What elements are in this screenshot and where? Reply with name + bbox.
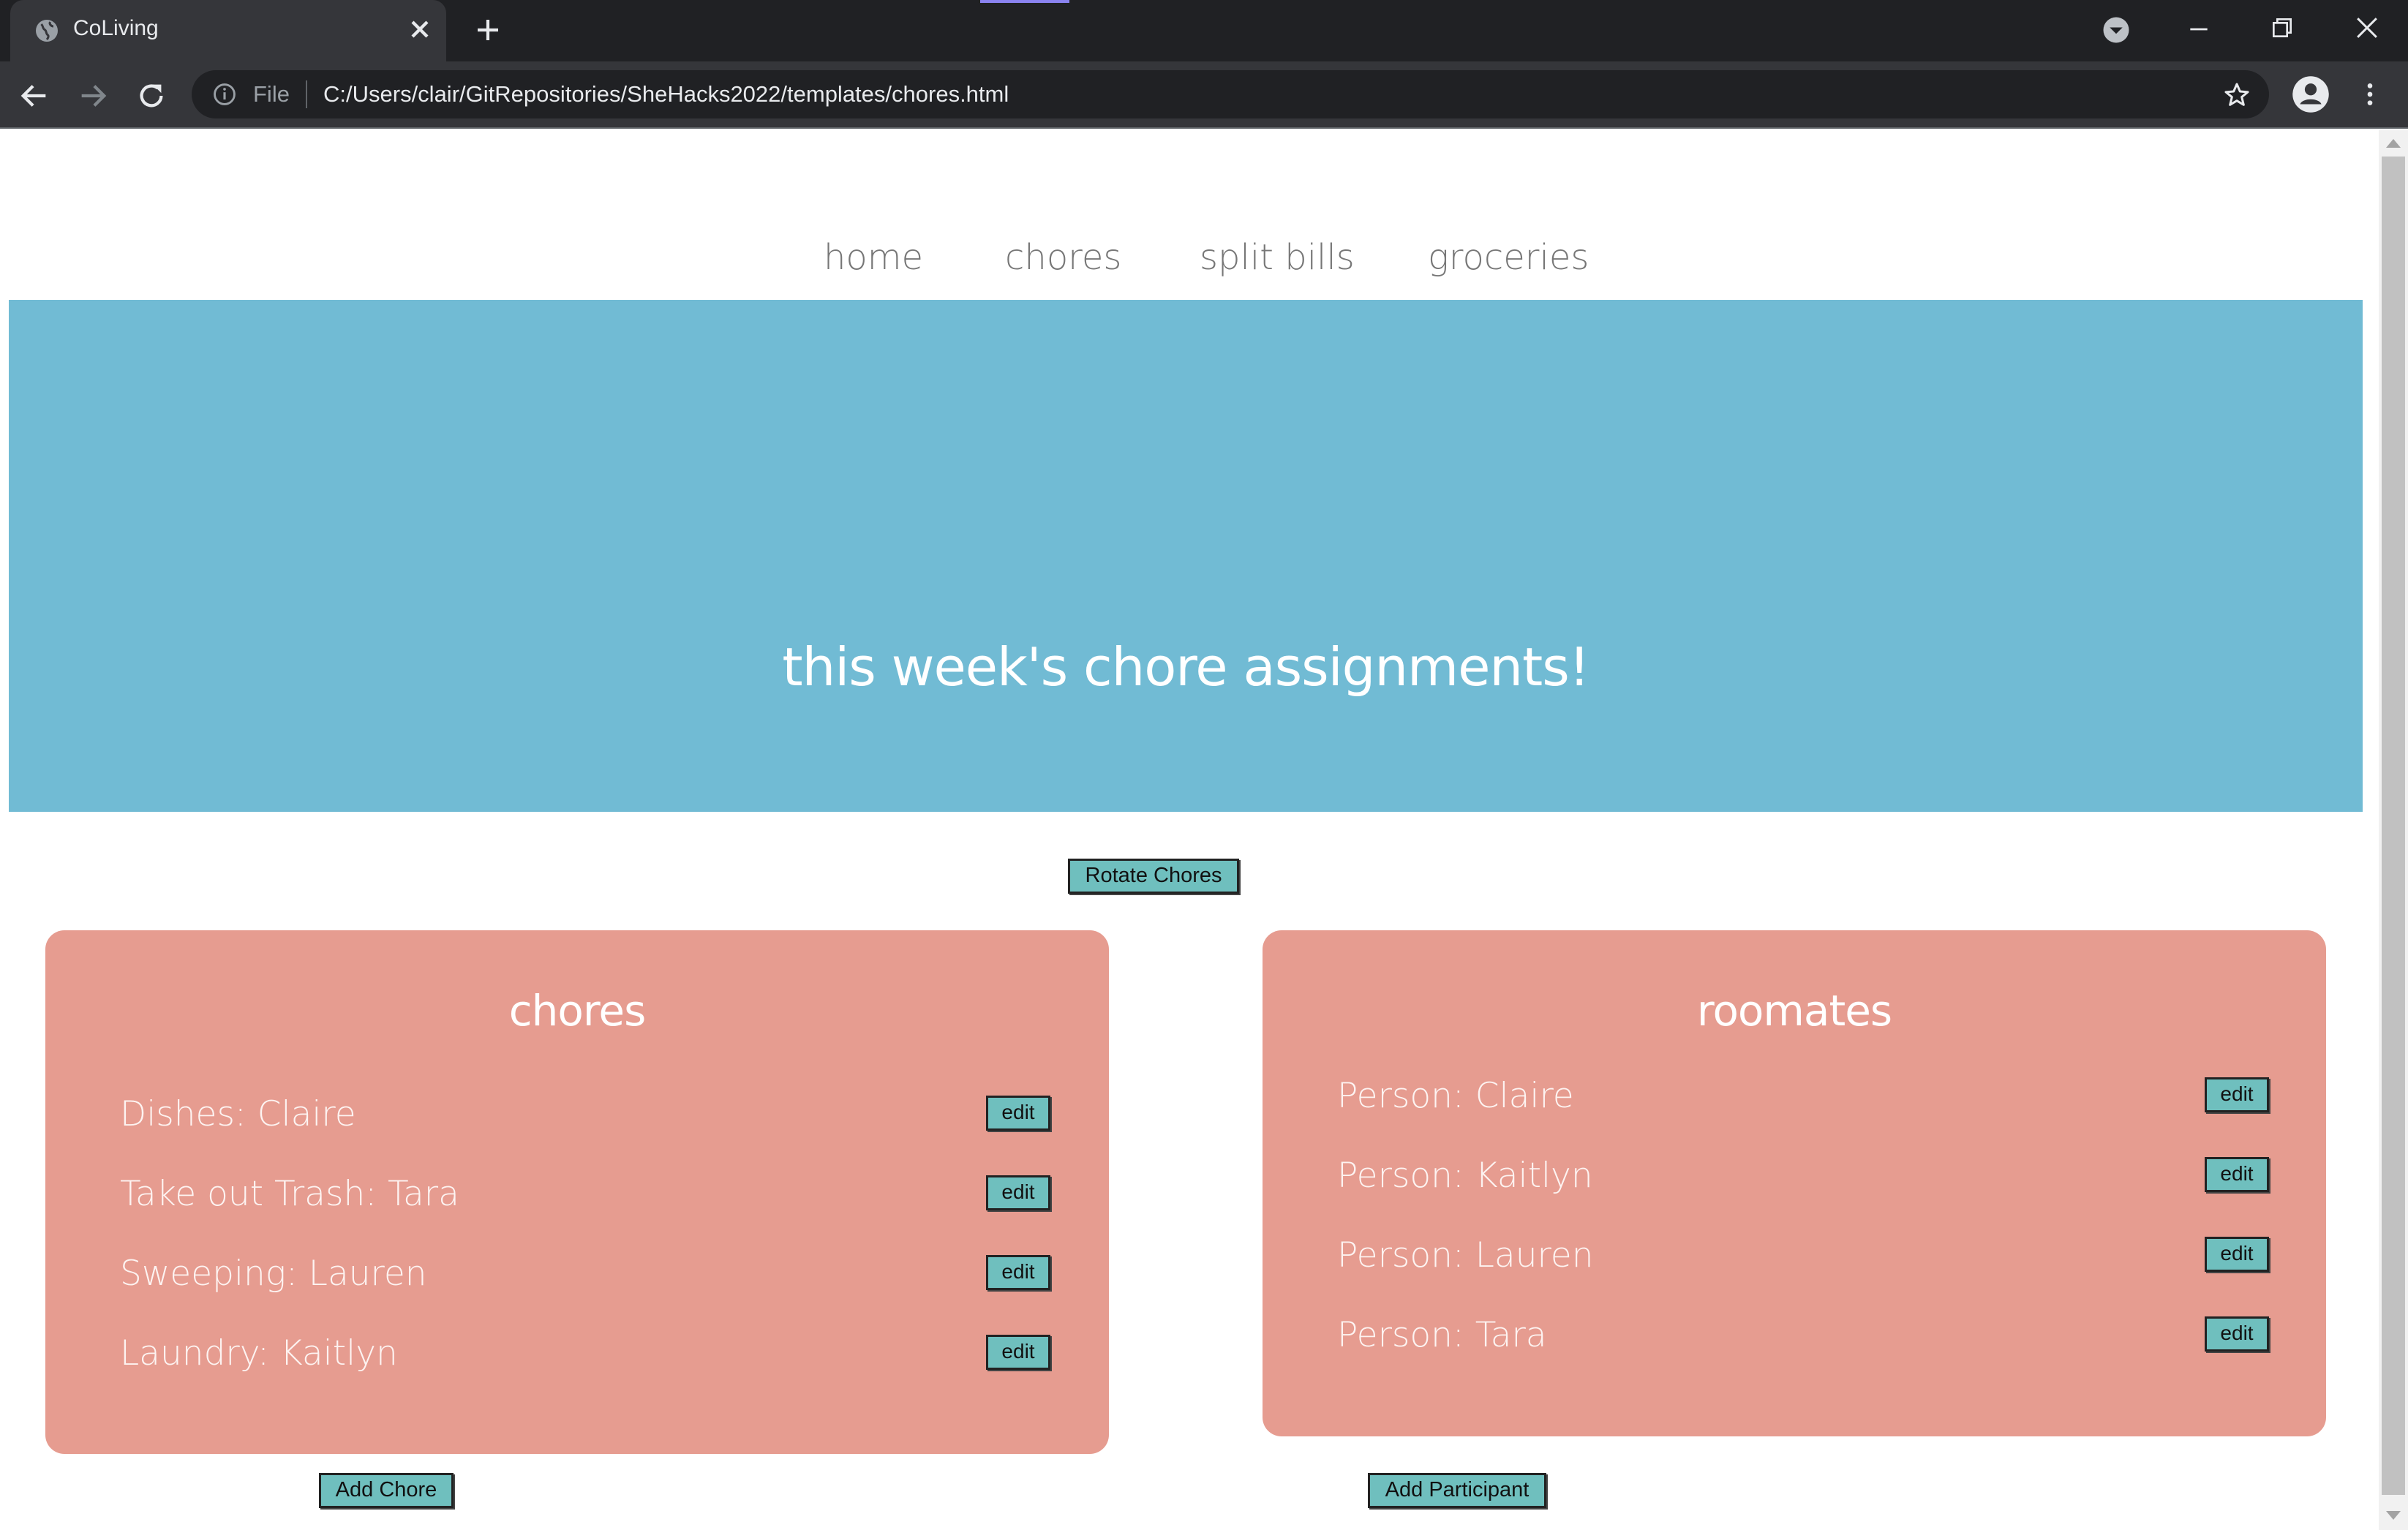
roommates-card: roomates Person: Claire edit Person: Kai… — [1263, 930, 2326, 1436]
bookmark-star-icon[interactable] — [2222, 80, 2251, 110]
nav-link-chores[interactable]: chores — [1005, 237, 1121, 278]
rotate-chores-button[interactable]: Rotate Chores — [1068, 859, 1239, 894]
edit-chore-button[interactable]: edit — [986, 1335, 1050, 1370]
minimize-icon[interactable] — [2184, 15, 2213, 44]
roommate-item: Person: Tara — [1337, 1315, 1547, 1355]
restore-icon[interactable] — [2268, 13, 2297, 42]
close-tab-icon[interactable] — [405, 15, 434, 44]
page-scrollbar[interactable] — [2379, 130, 2408, 1530]
chore-item: Sweeping: Lauren — [120, 1254, 427, 1294]
tab-search-icon[interactable] — [2101, 15, 2132, 45]
nav-link-groceries[interactable]: groceries — [1428, 237, 1589, 278]
roommate-item: Person: Kaitlyn — [1337, 1156, 1593, 1196]
nav-link-home[interactable]: home — [824, 237, 923, 278]
address-bar[interactable]: File C:/Users/clair/GitRepositories/SheH… — [192, 70, 2269, 118]
url-text[interactable]: C:/Users/clair/GitRepositories/SheHacks2… — [323, 81, 1009, 108]
browser-tab[interactable]: CoLiving — [10, 0, 446, 61]
edit-roommate-button[interactable]: edit — [2205, 1237, 2269, 1272]
kebab-menu-icon[interactable] — [2355, 78, 2385, 111]
browser-toolbar: File C:/Users/clair/GitRepositories/SheH… — [0, 61, 2408, 129]
browser-tabstrip: CoLiving — [0, 0, 2408, 61]
file-scheme-label: File — [253, 81, 290, 107]
nav-link-split-bills[interactable]: split bills — [1200, 237, 1355, 278]
edit-chore-button[interactable]: edit — [986, 1096, 1050, 1131]
profile-avatar-icon[interactable] — [2291, 75, 2330, 114]
scroll-thumb[interactable] — [2382, 157, 2405, 1495]
roommate-item: Person: Lauren — [1337, 1235, 1594, 1275]
page-viewport: home chores split bills groceries this w… — [0, 130, 2379, 1530]
chore-item: Dishes: Claire — [120, 1094, 356, 1134]
chore-item: Take out Trash: Tara — [120, 1174, 459, 1214]
hero-banner: this week's chore assignments! — [9, 300, 2363, 812]
edit-chore-button[interactable]: edit — [986, 1255, 1050, 1290]
roommate-item: Person: Claire — [1337, 1076, 1574, 1116]
scroll-up-arrow-icon[interactable] — [2386, 139, 2401, 148]
scroll-down-arrow-icon[interactable] — [2386, 1511, 2401, 1520]
chore-item: Laundry: Kaitlyn — [120, 1333, 398, 1373]
close-window-icon[interactable] — [2351, 12, 2383, 44]
add-chore-button[interactable]: Add Chore — [319, 1473, 454, 1508]
edit-roommate-button[interactable]: edit — [2205, 1157, 2269, 1192]
chores-card-title: chores — [508, 986, 647, 1036]
window-accent — [980, 0, 1069, 3]
edit-roommate-button[interactable]: edit — [2205, 1316, 2269, 1352]
edit-roommate-button[interactable]: edit — [2205, 1077, 2269, 1112]
back-arrow-icon[interactable] — [18, 79, 51, 113]
globe-icon — [36, 20, 58, 42]
new-tab-icon[interactable] — [473, 15, 503, 45]
address-separator — [306, 80, 307, 108]
forward-arrow-icon[interactable] — [76, 79, 110, 113]
chores-card: chores Dishes: Claire edit Take out Tras… — [45, 930, 1109, 1454]
tab-title: CoLiving — [73, 16, 159, 40]
reload-icon[interactable] — [135, 79, 168, 113]
roommates-card-title: roomates — [1696, 986, 1892, 1036]
edit-chore-button[interactable]: edit — [986, 1175, 1050, 1210]
hero-title: this week's chore assignments! — [782, 636, 1589, 698]
add-participant-button[interactable]: Add Participant — [1368, 1473, 1546, 1508]
info-icon[interactable] — [212, 82, 237, 107]
